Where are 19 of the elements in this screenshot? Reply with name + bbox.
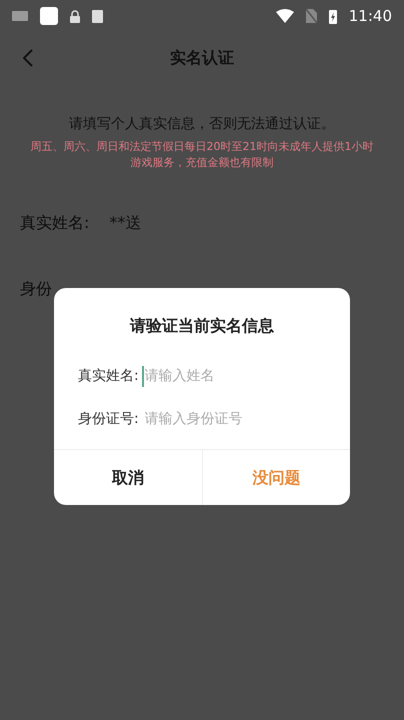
warning-text: 周五、周六、周日和法定节假日每日20时至21时向未成年人提供1小时游戏服务，充值金额也有限制	[30, 139, 374, 171]
page-title: 实名认证	[170, 47, 234, 69]
cancel-button[interactable]: 取消	[54, 450, 202, 505]
field-label: 真实姓名:	[78, 367, 139, 386]
no-sim-icon	[306, 9, 317, 23]
lock-icon	[70, 10, 80, 22]
input-field[interactable]: 请输入身份证号	[142, 409, 322, 430]
dialog-title: 请验证当前实名信息	[128, 315, 275, 337]
id-label: 身份	[20, 279, 52, 298]
field-label: 身份证号:	[78, 410, 139, 429]
keyboard-icon	[12, 11, 28, 21]
name-label: 真实姓名:	[20, 212, 90, 234]
app-icon	[40, 7, 58, 25]
wifi-icon	[276, 9, 294, 23]
notice-text: 请填写个人真实信息，否则无法通过认证。	[69, 115, 335, 134]
battery-icon	[328, 8, 337, 24]
clock: 11:40	[348, 6, 392, 27]
input-field[interactable]: 请输入姓名	[142, 366, 322, 387]
name-value: **送	[109, 212, 142, 234]
